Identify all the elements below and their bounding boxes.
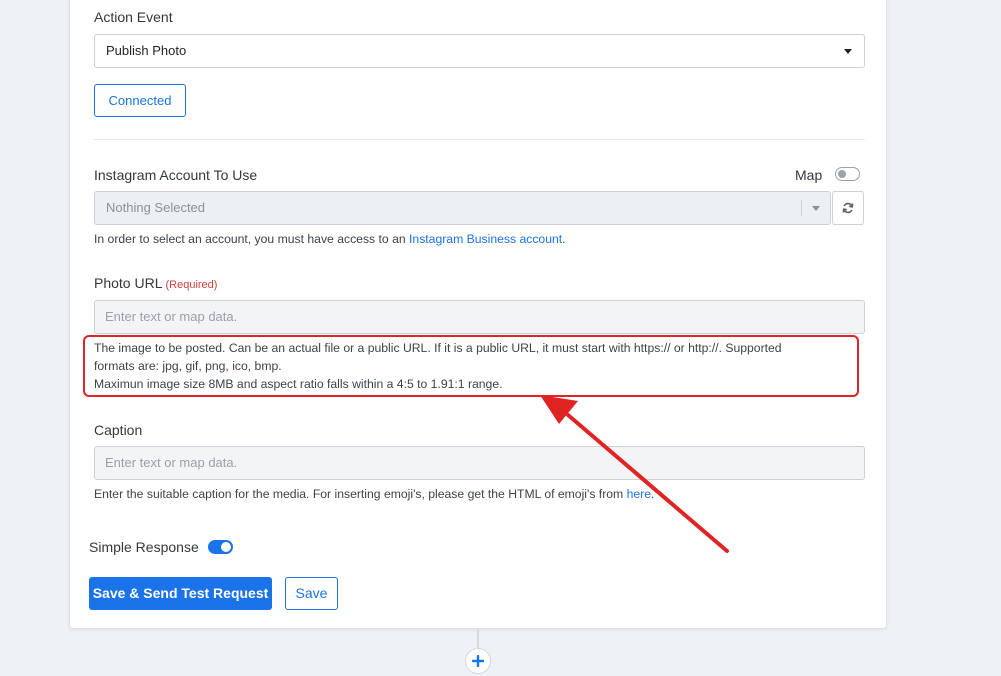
plus-icon <box>472 655 484 667</box>
add-step-button[interactable] <box>465 648 491 674</box>
annotation-arrow <box>540 395 729 553</box>
